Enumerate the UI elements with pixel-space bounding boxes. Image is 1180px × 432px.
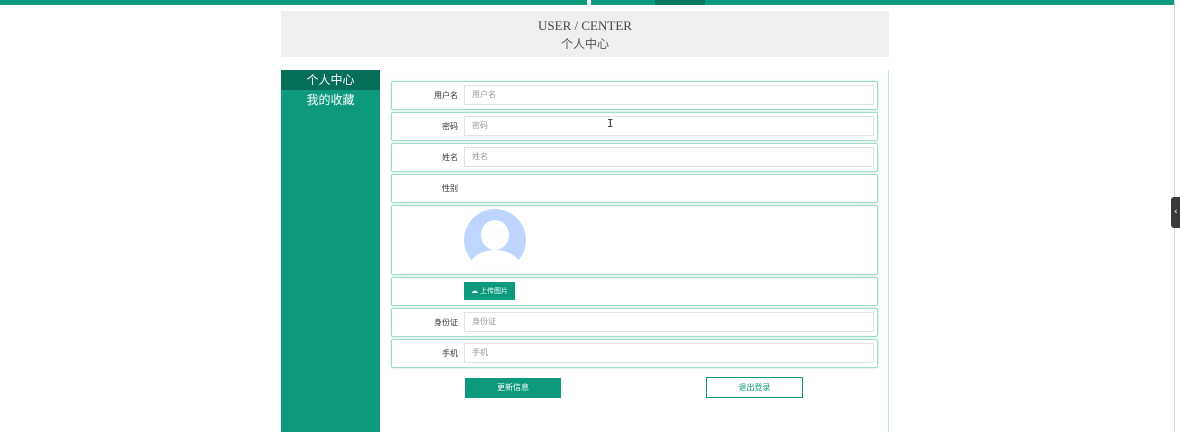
user-avatar-icon [464, 209, 526, 271]
top-accent-bar [0, 0, 1174, 5]
sidebar-item-user-center[interactable]: 个人中心 [281, 70, 380, 90]
form-row-name: 姓名 姓名 [391, 143, 878, 172]
top-bar-active-segment [655, 0, 705, 5]
top-bar-marker [587, 0, 591, 5]
form-row-password: 密码 密码 [391, 112, 878, 141]
phone-input[interactable]: 手机 [464, 343, 874, 363]
side-collapse-tab[interactable]: ‹ [1171, 197, 1180, 228]
page-title-zh: 个人中心 [560, 37, 609, 51]
form-row-photo [391, 205, 878, 275]
update-info-button[interactable]: 更新信息 [465, 378, 561, 398]
username-input[interactable]: 用户名 [464, 85, 874, 105]
password-label: 密码 [442, 122, 458, 131]
page-header: USER / CENTER 个人中心 [281, 11, 889, 57]
gender-label: 性别 [442, 184, 458, 193]
form-row-gender: 性别 [391, 174, 878, 203]
idcard-input[interactable]: 身份证 [464, 312, 874, 332]
text-cursor-icon: I [607, 117, 614, 130]
name-label: 姓名 [442, 153, 458, 162]
cloud-upload-icon: ☁ [471, 287, 478, 295]
upload-image-button[interactable]: ☁ 上传图片 [464, 282, 515, 300]
sidebar-item-my-favorites[interactable]: 我的收藏 [281, 90, 380, 110]
form-row-upload: ☁ 上传图片 [391, 277, 878, 306]
form-row-phone: 手机 手机 [391, 339, 878, 368]
phone-label: 手机 [442, 349, 458, 358]
form-row-username: 用户名 用户名 [391, 81, 878, 110]
upload-image-label: 上传图片 [480, 287, 508, 295]
form-row-idcard: 身份证 身份证 [391, 308, 878, 337]
idcard-label: 身份证 [434, 318, 458, 327]
sidebar: 个人中心 我的收藏 [281, 70, 380, 432]
content-right-border [888, 70, 889, 432]
page-title-en: USER / CENTER [538, 18, 632, 33]
name-input[interactable]: 姓名 [464, 147, 874, 167]
password-input[interactable]: 密码 [464, 116, 874, 136]
chevron-left-icon: ‹ [1174, 207, 1178, 217]
username-label: 用户名 [434, 91, 458, 100]
logout-button[interactable]: 退出登录 [706, 377, 803, 398]
